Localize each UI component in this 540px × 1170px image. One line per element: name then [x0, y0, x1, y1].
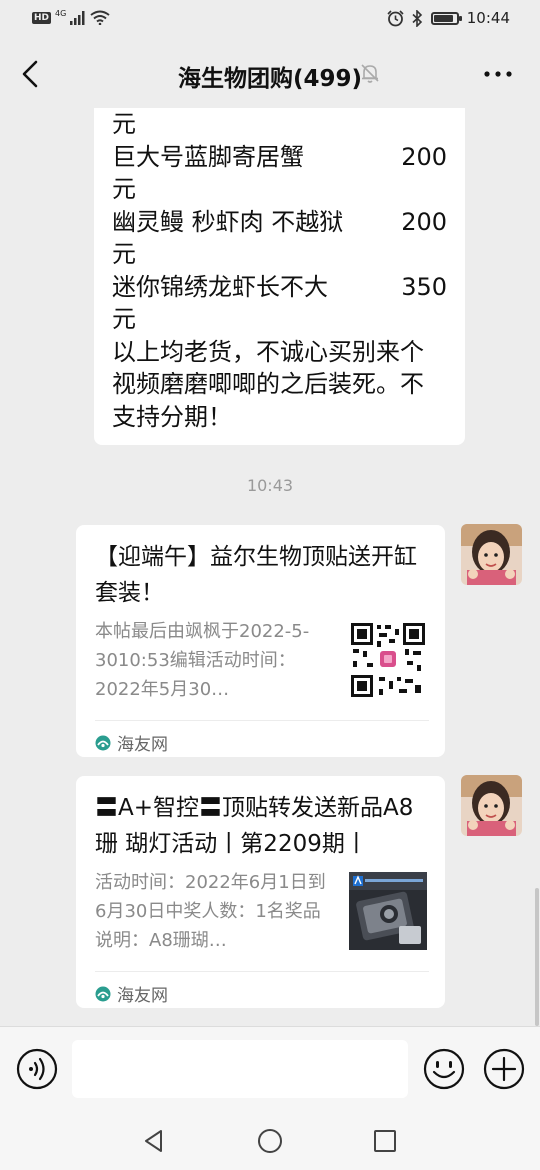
price-line: 元: [112, 173, 447, 206]
site-logo-icon: [95, 986, 111, 1001]
source-name: 海友网: [117, 735, 168, 755]
square-recent-icon[interactable]: [372, 1128, 398, 1154]
item-price: 200: [401, 142, 447, 171]
price-line: 元: [112, 238, 447, 271]
item-name: 巨大号蓝脚寄居蟹: [112, 142, 304, 171]
alarm-icon: [387, 9, 404, 26]
message-footer-text: 以上均老货，不诚心买别来个视频磨磨唧唧的之后装死。不支持分期！: [112, 337, 424, 431]
item-price: 350: [401, 272, 447, 301]
chat-header: 海生物团购(499): [0, 40, 540, 108]
price-unit: 元: [112, 305, 136, 333]
card-source: 海友网: [95, 981, 168, 1006]
price-line: 巨大号蓝脚寄居蟹 200: [112, 141, 447, 174]
qr-code-image: [349, 621, 427, 699]
card-description: 本帖最后由飒枫于2022-5-3010:53编辑活动时间：2022年5月30…: [95, 621, 310, 700]
coral-light-product-icon: [349, 872, 427, 950]
site-logo-icon: [95, 735, 111, 750]
price-line: 幽灵鳗 秒虾肉 不越狱 200: [112, 206, 447, 239]
card-title: 〓A+智控〓顶贴转发送新品A8珊 瑚灯活动丨第2209期丨: [95, 795, 414, 857]
battery-level: [433, 14, 453, 22]
triangle-back-icon[interactable]: [141, 1128, 167, 1154]
item-name: 幽灵鳗 秒虾肉 不越狱: [112, 207, 344, 236]
text-message-bubble[interactable]: 元 巨大号蓝脚寄居蟹 200 元 幽灵鳗 秒虾肉 不越狱 200 元 迷你锦绣龙…: [94, 108, 465, 445]
card-description: 活动时间：2022年6月1日到6月30日中奖人数：1名奖品说明：A8珊瑚…: [95, 872, 326, 951]
item-price: 200: [401, 207, 447, 236]
system-nav-bar: [0, 1112, 540, 1170]
input-bar: [0, 1026, 540, 1112]
clock: 10:44: [466, 9, 510, 27]
timestamp: 10:43: [246, 476, 294, 495]
emoji-icon[interactable]: [423, 1048, 465, 1090]
card-title: 【迎端午】益尔生物顶贴送开缸套装！: [95, 544, 417, 606]
source-name: 海友网: [117, 986, 168, 1006]
card-divider: [95, 720, 429, 721]
product-image: [349, 872, 427, 950]
scrollbar[interactable]: [535, 888, 539, 1026]
card-divider: [95, 971, 429, 972]
avatar-image: [461, 524, 522, 585]
link-card[interactable]: 〓A+智控〓顶贴转发送新品A8珊 瑚灯活动丨第2209期丨 活动时间：2022年…: [76, 776, 445, 1008]
price-line: 元: [112, 108, 447, 141]
bluetooth-icon: [412, 9, 422, 27]
more-dots-icon[interactable]: [482, 62, 514, 86]
status-right: 10:44: [387, 9, 510, 27]
status-bar: HD 4G 10:44: [0, 0, 540, 40]
price-line: 迷你锦绣龙虾长不大 350: [112, 271, 447, 304]
avatar[interactable]: [461, 775, 522, 836]
voice-icon[interactable]: [16, 1048, 58, 1090]
message-input[interactable]: [72, 1040, 408, 1098]
qr-code-icon: [349, 621, 427, 699]
avatar-image: [461, 775, 522, 836]
price-line: 元: [112, 303, 447, 336]
item-name: 迷你锦绣龙虾长不大: [112, 272, 328, 301]
avatar[interactable]: [461, 524, 522, 585]
price-unit: 元: [112, 110, 136, 138]
link-card[interactable]: 【迎端午】益尔生物顶贴送开缸套装！ 本帖最后由飒枫于2022-5-3010:53…: [76, 525, 445, 757]
network-type: 4G: [55, 9, 67, 18]
chat-area[interactable]: 元 巨大号蓝脚寄居蟹 200 元 幽灵鳗 秒虾肉 不越狱 200 元 迷你锦绣龙…: [0, 108, 540, 1026]
page-title: 海生物团购(499): [177, 66, 363, 92]
bell-off-icon: [361, 64, 379, 83]
circle-home-icon[interactable]: [257, 1128, 283, 1154]
price-unit: 元: [112, 240, 136, 268]
battery-icon: [430, 11, 462, 25]
card-source: 海友网: [95, 730, 168, 755]
hd-badge: HD: [32, 11, 52, 24]
signal-icon: [70, 10, 85, 25]
status-left: HD 4G: [32, 9, 110, 25]
plus-icon[interactable]: [483, 1048, 525, 1090]
price-unit: 元: [112, 175, 136, 203]
wifi-icon: [90, 10, 110, 25]
